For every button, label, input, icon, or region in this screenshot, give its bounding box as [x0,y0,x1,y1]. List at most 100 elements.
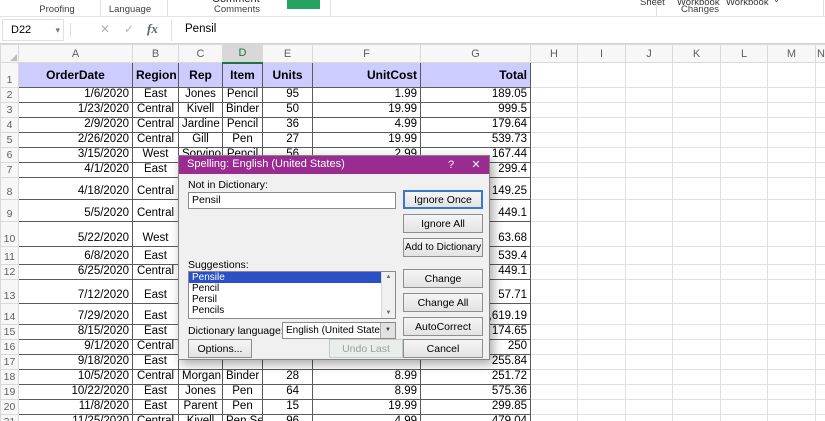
cell-L5[interactable] [721,133,768,148]
cell-C20[interactable]: Parent [179,400,223,415]
cancel-icon[interactable]: ✕ [100,22,110,36]
cell-A4[interactable]: 2/9/2020 [19,118,133,133]
cell-M13[interactable] [768,280,816,304]
show-comments-toggle-fragment[interactable] [287,0,320,9]
row-header-17[interactable]: 17 [1,355,19,370]
suggestion-item[interactable]: Pensile [189,272,381,283]
cell-I16[interactable] [578,340,626,355]
cell-J16[interactable] [626,340,673,355]
cell-N19[interactable] [816,385,825,400]
cell-K21[interactable] [673,415,721,421]
cell-B17[interactable]: East [133,355,179,370]
cell-I8[interactable] [578,178,626,200]
column-header-F[interactable]: F [313,45,421,63]
cell-M12[interactable] [768,265,816,280]
cell-A15[interactable]: 8/15/2020 [19,325,133,340]
cell-A13[interactable]: 7/12/2020 [19,280,133,304]
cell-N7[interactable] [816,163,825,178]
cell-L7[interactable] [721,163,768,178]
cell-N8[interactable] [816,178,825,200]
scroll-down-icon[interactable]: ▼ [382,310,395,316]
row-header-19[interactable]: 19 [1,385,19,400]
row-header-7[interactable]: 7 [1,163,19,178]
cell-I15[interactable] [578,325,626,340]
cell-J2[interactable] [626,88,673,103]
cell-M3[interactable] [768,103,816,118]
cell-C1[interactable]: Rep [179,63,223,88]
cell-N15[interactable] [816,325,825,340]
cell-B19[interactable]: East [133,385,179,400]
cell-K10[interactable] [673,222,721,247]
cell-B7[interactable]: East [133,163,179,178]
cell-I13[interactable] [578,280,626,304]
column-header-C[interactable]: C [179,45,223,63]
cell-D2[interactable]: Pencil [223,88,263,103]
cell-A5[interactable]: 2/26/2020 [19,133,133,148]
cell-G4[interactable]: 179.64 [421,118,531,133]
cell-K14[interactable] [673,304,721,325]
cell-H1[interactable] [531,63,578,88]
ignore-all-button[interactable]: Ignore All [403,214,483,233]
cell-K8[interactable] [673,178,721,200]
cell-K9[interactable] [673,200,721,222]
cell-C4[interactable]: Jardine [179,118,223,133]
cell-K12[interactable] [673,265,721,280]
cell-I12[interactable] [578,265,626,280]
cell-M20[interactable] [768,400,816,415]
cell-C21[interactable]: Kivell [179,415,223,421]
cell-M8[interactable] [768,178,816,200]
cell-H10[interactable] [531,222,578,247]
cell-H21[interactable] [531,415,578,421]
cell-L18[interactable] [721,370,768,385]
dictionary-language-select[interactable]: English (United States) ▼ [282,322,396,339]
column-header-N[interactable]: N [816,45,825,63]
cell-F20[interactable]: 19.99 [313,400,421,415]
cell-M21[interactable] [768,415,816,421]
close-icon[interactable]: ✕ [463,156,489,174]
cell-B4[interactable]: Central [133,118,179,133]
column-header-J[interactable]: J [626,45,673,63]
cell-A6[interactable]: 3/15/2020 [19,148,133,163]
column-header-G[interactable]: G [421,45,531,63]
cell-F19[interactable]: 8.99 [313,385,421,400]
cell-J17[interactable] [626,355,673,370]
cell-D21[interactable]: Pen Set [223,415,263,421]
cell-J15[interactable] [626,325,673,340]
cell-D1[interactable]: Item [223,63,263,88]
cell-H11[interactable] [531,247,578,265]
cell-G21[interactable]: 479.04 [421,415,531,421]
cell-A9[interactable]: 5/5/2020 [19,200,133,222]
help-button[interactable]: ? [440,156,462,174]
cell-B3[interactable]: Central [133,103,179,118]
cell-D5[interactable]: Pen [223,133,263,148]
cell-F21[interactable]: 4.99 [313,415,421,421]
cell-M19[interactable] [768,385,816,400]
row-header-12[interactable]: 12 [1,265,19,280]
cell-I9[interactable] [578,200,626,222]
cell-N14[interactable] [816,304,825,325]
cell-J13[interactable] [626,280,673,304]
cell-H13[interactable] [531,280,578,304]
row-header-1[interactable]: 1 [1,63,19,88]
column-header-B[interactable]: B [133,45,179,63]
cell-L2[interactable] [721,88,768,103]
cell-K3[interactable] [673,103,721,118]
cell-M5[interactable] [768,133,816,148]
cell-E18[interactable]: 28 [263,370,313,385]
cell-K16[interactable] [673,340,721,355]
cell-N21[interactable] [816,415,825,421]
cell-M15[interactable] [768,325,816,340]
cell-A10[interactable]: 5/22/2020 [19,222,133,247]
cell-L6[interactable] [721,148,768,163]
cell-K19[interactable] [673,385,721,400]
cell-K1[interactable] [673,63,721,88]
cell-I18[interactable] [578,370,626,385]
cell-J18[interactable] [626,370,673,385]
column-header-M[interactable]: M [768,45,816,63]
cell-M17[interactable] [768,355,816,370]
suggestions-list[interactable]: PensilePencilPersilPencils ▲ ▼ [188,271,396,319]
cell-H6[interactable] [531,148,578,163]
cell-A1[interactable]: OrderDate [19,63,133,88]
cell-I11[interactable] [578,247,626,265]
cell-H16[interactable] [531,340,578,355]
